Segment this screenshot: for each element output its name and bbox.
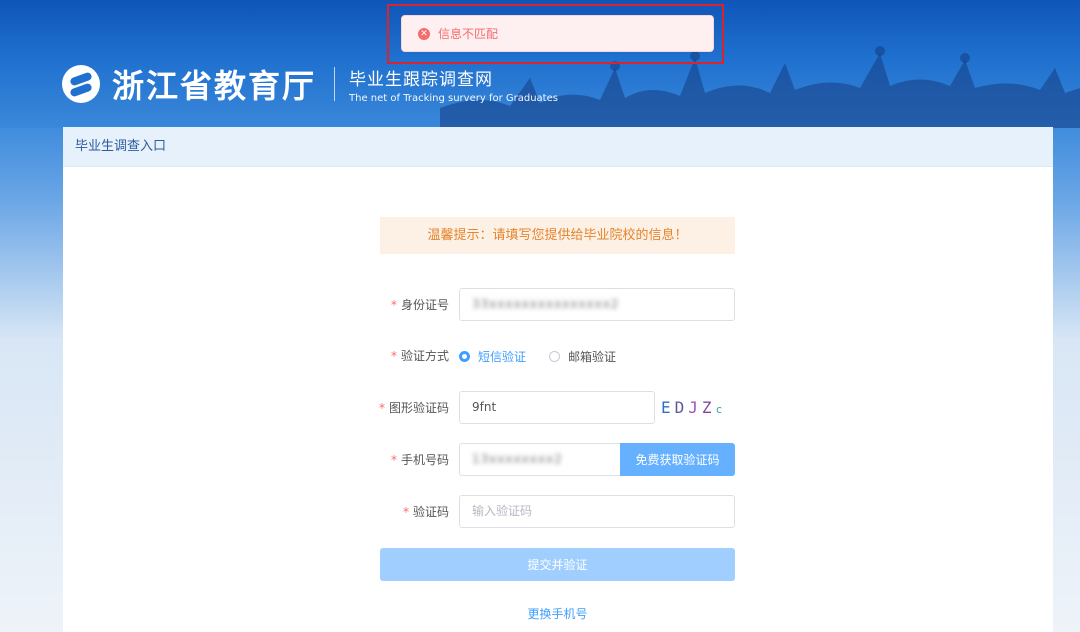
captcha-input[interactable]: 9fnt <box>459 391 655 424</box>
toast-message: 信息不匹配 <box>438 27 499 41</box>
id-number-row: * 身份证号 33xxxxxxxxxxxxxxx2 <box>63 288 1053 322</box>
submit-verify-button[interactable]: 提交并验证 <box>380 548 735 581</box>
logo-divider <box>334 67 336 101</box>
site-name: 毕业生跟踪调查网 <box>349 69 494 90</box>
survey-entry-card: 毕业生调查入口 温馨提示：请填写您提供给毕业院校的信息！ * 身份证号 33xxx… <box>63 127 1053 632</box>
radio-unchecked-icon <box>549 350 560 362</box>
id-number-input[interactable]: 33xxxxxxxxxxxxxxx2 <box>459 288 735 321</box>
radio-checked-icon <box>459 350 470 362</box>
error-toast: ✕ 信息不匹配 <box>401 15 714 52</box>
site-name-en: The net of Tracking survery for Graduate… <box>349 92 558 104</box>
verify-method-row: * 验证方式 短信验证 邮箱验证 <box>63 339 1053 373</box>
phone-row: * 手机号码 13xxxxxxxx2 免费获取验证码 <box>63 443 1053 477</box>
phone-label: * 手机号码 <box>390 453 449 467</box>
captcha-image[interactable]: EDJZc <box>661 391 741 425</box>
card-title: 毕业生调查入口 <box>63 127 1053 167</box>
captcha-row: * 图形验证码 9fnt EDJZc <box>63 391 1053 425</box>
change-phone-link[interactable]: 更换手机号 <box>380 605 735 622</box>
radio-email-verify[interactable]: 邮箱验证 <box>549 339 616 373</box>
radio-sms-verify[interactable]: 短信验证 <box>459 339 526 373</box>
id-number-label: * 身份证号 <box>390 298 449 312</box>
site-logo[interactable]: 浙江省教育厅 毕业生跟踪调查网 The net of Tracking surv… <box>62 62 558 106</box>
phone-input[interactable]: 13xxxxxxxx2 <box>459 443 621 476</box>
education-dept-logo-icon <box>62 65 100 103</box>
verify-method-label: * 验证方式 <box>390 349 449 363</box>
site-name-block: 毕业生跟踪调查网 The net of Tracking survery for… <box>349 65 558 104</box>
warning-tip: 温馨提示：请填写您提供给毕业院校的信息！ <box>380 217 735 254</box>
code-input[interactable]: 输入验证码 <box>459 495 735 528</box>
captcha-label: * 图形验证码 <box>378 401 449 415</box>
error-circle-icon: ✕ <box>418 27 430 40</box>
code-label: * 验证码 <box>402 505 449 519</box>
get-sms-code-button[interactable]: 免费获取验证码 <box>620 443 735 476</box>
org-name: 浙江省教育厅 <box>112 67 317 105</box>
code-row: * 验证码 输入验证码 <box>63 495 1053 529</box>
